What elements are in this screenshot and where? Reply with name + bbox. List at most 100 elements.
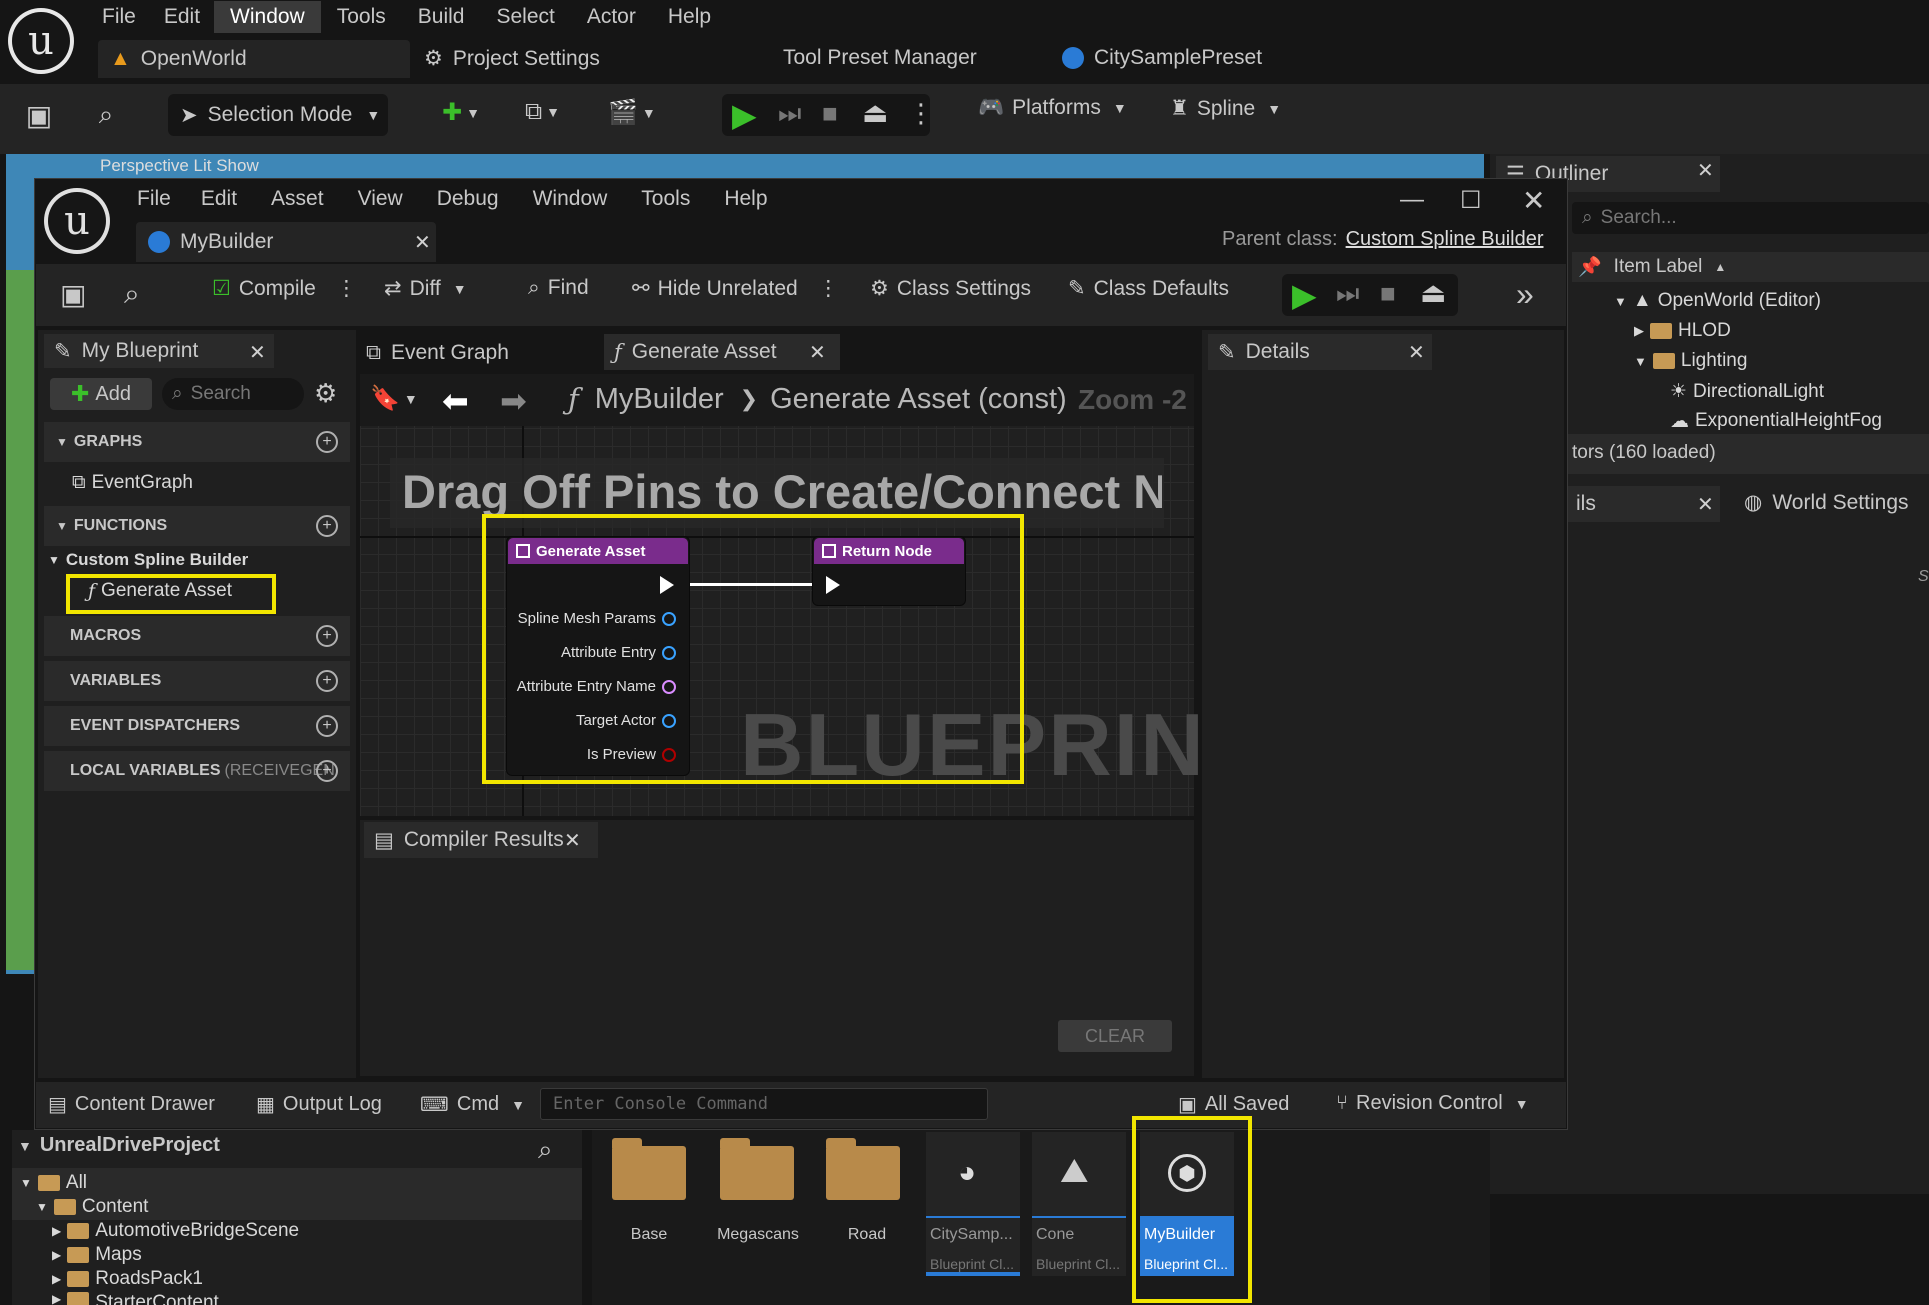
tab-mybuilder[interactable]: MyBuilder	[136, 222, 436, 262]
section-variables[interactable]: VARIABLES +	[44, 661, 350, 701]
class-defaults-button[interactable]: ✎ Class Defaults	[1068, 276, 1229, 301]
pin-attribute-entry-name[interactable]: Attribute Entry Name	[506, 678, 676, 695]
node-return-header[interactable]: Return Node	[814, 538, 964, 564]
outliner-item-fog[interactable]: ☁ ExponentialHeightFog	[1670, 410, 1882, 432]
menu-select[interactable]: Select	[480, 5, 570, 29]
section-local-variables[interactable]: LOCAL VARIABLES (RECEIVEGEN +	[44, 751, 350, 791]
breadcrumb-root[interactable]: MyBuilder	[595, 383, 724, 416]
outliner-search-input[interactable]: ⌕ Search...	[1572, 202, 1929, 234]
save-icon[interactable]: ▣	[22, 98, 56, 132]
tree-automotive-bridge-scene[interactable]: ▶ AutomotiveBridgeScene	[52, 1220, 299, 1242]
pin-target-actor[interactable]: Target Actor	[506, 712, 676, 729]
tab-event-graph[interactable]: ⧉ Event Graph	[366, 336, 509, 370]
add-dispatcher-icon[interactable]: +	[316, 715, 338, 737]
pin-is-preview[interactable]: Is Preview	[506, 746, 676, 763]
hide-unrelated-button[interactable]: ⚯ Hide Unrelated ⋮	[632, 276, 839, 301]
pin-attribute-entry[interactable]: Attribute Entry	[506, 644, 676, 661]
tab-project-settings[interactable]: ⚙ Project Settings	[424, 46, 600, 71]
browse-icon[interactable]: ⌕	[88, 98, 124, 132]
stop-icon[interactable]: ■	[1380, 278, 1396, 309]
close-icon[interactable]: ✕	[1697, 158, 1714, 183]
output-log-button[interactable]: ▦ Output Log	[256, 1092, 382, 1117]
item-event-graph[interactable]: ⧉ EventGraph	[72, 472, 193, 494]
outliner-item-openworld[interactable]: ▼ ▲ OpenWorld (Editor)	[1614, 290, 1821, 312]
compile-button[interactable]: ☑ Compile ⋮	[212, 276, 357, 301]
content-drawer-button[interactable]: ▤ Content Drawer	[48, 1092, 215, 1117]
tab-city-sample-preset[interactable]: CitySamplePreset	[1062, 46, 1262, 70]
close-icon[interactable]: ✕	[1697, 492, 1714, 517]
step-icon[interactable]: ⏭	[778, 98, 801, 130]
bp-menu-tools[interactable]: Tools	[624, 187, 707, 211]
project-header[interactable]: ▼ UnrealDriveProject	[18, 1134, 220, 1157]
selection-mode-dropdown[interactable]: ➤ Selection Mode ▼	[168, 94, 388, 136]
play-icon[interactable]: ▶	[732, 96, 757, 134]
tab-tool-preset-manager[interactable]: Tool Preset Manager	[783, 46, 977, 70]
exec-in-pin[interactable]	[826, 576, 840, 594]
add-local-variable-icon[interactable]: +	[316, 760, 338, 782]
menu-actor[interactable]: Actor	[571, 5, 652, 29]
menu-file[interactable]: File	[88, 5, 150, 29]
tree-all[interactable]: ▼ All	[20, 1172, 87, 1194]
node-generate-asset-header[interactable]: Generate Asset	[508, 538, 688, 564]
close-window-icon[interactable]: ✕	[1522, 184, 1545, 217]
find-button[interactable]: ⌕ Find	[528, 276, 589, 300]
step-icon[interactable]: ⏭	[1336, 278, 1359, 310]
asset-tile-citysample[interactable]	[926, 1132, 1020, 1276]
tab-level-openworld[interactable]: ▲ OpenWorld	[98, 40, 410, 78]
parent-class-link[interactable]: Custom Spline Builder	[1346, 228, 1544, 251]
clear-button[interactable]: CLEAR	[1058, 1020, 1172, 1052]
all-saved-button[interactable]: ▣ All Saved	[1178, 1092, 1289, 1117]
category-custom-spline-builder[interactable]: ▼ Custom Spline Builder	[48, 550, 248, 570]
bp-menu-window[interactable]: Window	[516, 187, 625, 211]
cinematics-icon[interactable]: 🎬 ▼	[608, 98, 656, 127]
browse-icon[interactable]: ⌕	[124, 278, 140, 311]
folder-base-icon[interactable]	[612, 1138, 686, 1200]
bp-menu-file[interactable]: File	[124, 187, 184, 211]
close-icon[interactable]: ✕	[564, 828, 581, 853]
bp-menu-edit[interactable]: Edit	[184, 187, 254, 211]
play-icon[interactable]: ▶	[1292, 276, 1317, 314]
settings-gear-icon[interactable]: ⚙	[314, 378, 337, 409]
diff-button[interactable]: ⇄ Diff ▼	[384, 276, 467, 301]
spline-button[interactable]: ♜ Spline ▼	[1170, 96, 1281, 121]
function-generate-asset[interactable]: ƒ Generate Asset	[88, 580, 232, 602]
add-function-icon[interactable]: +	[316, 515, 338, 537]
maximize-icon[interactable]: ☐	[1460, 186, 1482, 215]
menu-build[interactable]: Build	[402, 5, 481, 29]
tree-starter-content[interactable]: ▶ StarterContent	[52, 1292, 219, 1305]
outliner-item-lighting[interactable]: ▼ Lighting	[1634, 350, 1747, 372]
close-icon[interactable]: ✕	[809, 340, 826, 365]
stop-icon[interactable]: ■	[822, 98, 838, 129]
bp-menu-asset[interactable]: Asset	[254, 187, 341, 211]
section-macros[interactable]: MACROS +	[44, 616, 350, 656]
outliner-item-hlod[interactable]: ▶ HLOD	[1634, 320, 1731, 342]
bp-menu-help[interactable]: Help	[707, 187, 784, 211]
tab-compiler-results[interactable]: ▤ Compiler Results	[364, 822, 598, 858]
exec-out-pin[interactable]	[660, 576, 674, 594]
add-variable-icon[interactable]: +	[316, 670, 338, 692]
outliner-column-header[interactable]: 📌 Item Label ▲	[1572, 252, 1929, 282]
menu-window[interactable]: Window	[214, 1, 321, 33]
close-icon[interactable]: ✕	[1408, 340, 1425, 365]
add-actor-icon[interactable]: ✚ ▼	[442, 98, 480, 127]
eject-icon[interactable]: ⏏	[1420, 276, 1446, 309]
menu-edit[interactable]: Edit	[150, 5, 214, 29]
tree-roadspack1[interactable]: ▶ RoadsPack1	[52, 1268, 203, 1290]
section-functions[interactable]: ▼ FUNCTIONS +	[44, 506, 350, 546]
search-icon[interactable]: ⌕	[538, 1134, 553, 1166]
minimize-icon[interactable]: —	[1400, 186, 1424, 214]
platforms-button[interactable]: 🎮 Platforms ▼	[978, 96, 1127, 120]
unreal-logo[interactable]: u	[8, 8, 74, 74]
cmd-dropdown[interactable]: ⌨ Cmd ▼	[420, 1092, 525, 1117]
bookmark-icon[interactable]: 🔖 ▼	[370, 384, 418, 413]
tab-my-blueprint[interactable]: ✎ My Blueprint	[44, 334, 274, 368]
back-arrow-icon[interactable]: ⬅	[442, 382, 469, 420]
blueprint-menu-icon[interactable]: ⧉ ▼	[525, 98, 560, 126]
tree-maps[interactable]: ▶ Maps	[52, 1244, 142, 1266]
more-options-icon[interactable]: ⋮	[336, 276, 357, 301]
my-blueprint-search-input[interactable]: ⌕ Search	[162, 378, 304, 410]
bp-menu-debug[interactable]: Debug	[420, 187, 516, 211]
add-macro-icon[interactable]: +	[316, 625, 338, 647]
section-event-dispatchers[interactable]: EVENT DISPATCHERS +	[44, 706, 350, 746]
tab-details[interactable]: ✎ Details	[1208, 334, 1432, 370]
